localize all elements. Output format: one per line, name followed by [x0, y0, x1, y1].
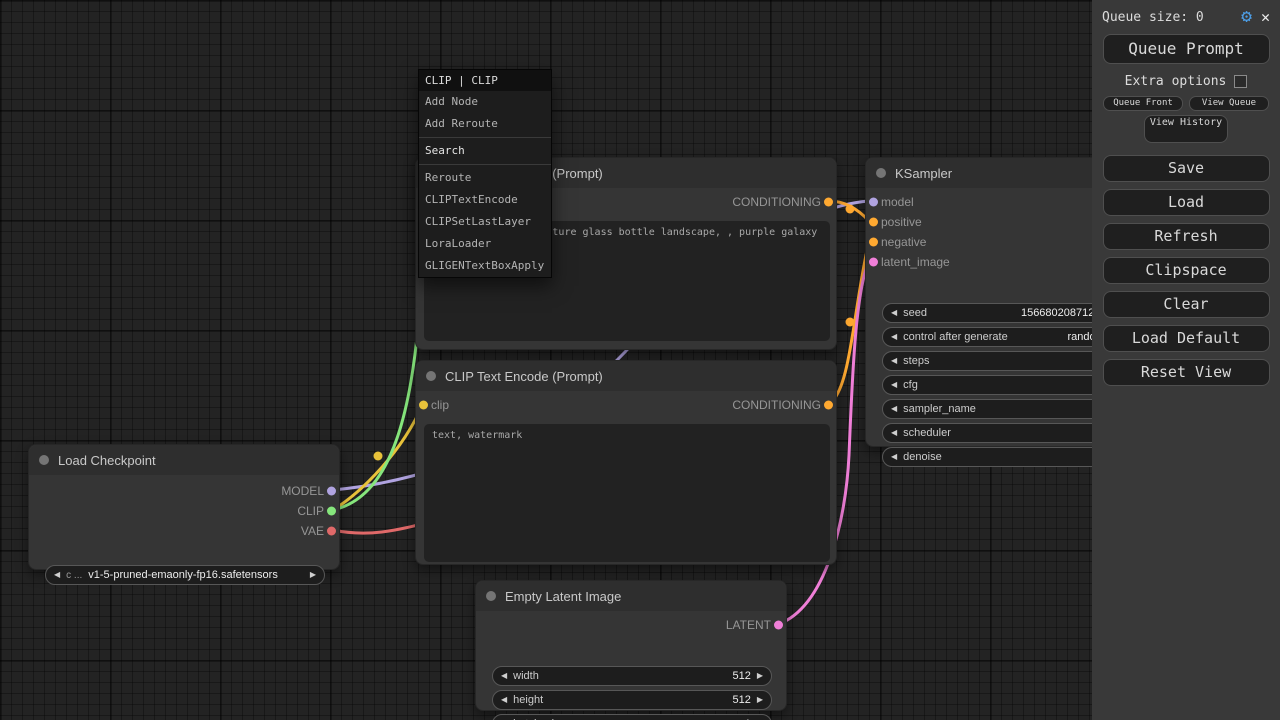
- collapse-dot-icon[interactable]: [426, 371, 436, 381]
- wire-midpoint-dot: [846, 318, 855, 327]
- queue-prompt-button[interactable]: Queue Prompt: [1103, 34, 1270, 64]
- node-title-bar[interactable]: Empty Latent Image: [476, 581, 786, 611]
- widget-value: 512: [732, 694, 750, 706]
- input-port-positive[interactable]: [869, 218, 878, 227]
- height-widget[interactable]: ◀ height 512 ▶: [492, 690, 772, 710]
- widget-label: c ...: [66, 570, 82, 581]
- decrement-arrow-icon[interactable]: ◀: [501, 672, 507, 680]
- menu-item-cliptextencode[interactable]: CLIPTextEncode: [419, 189, 551, 211]
- clipspace-button[interactable]: Clipspace: [1103, 257, 1270, 284]
- queue-size-label: Queue size: 0: [1102, 10, 1204, 25]
- node-title-bar[interactable]: Load Checkpoint: [29, 445, 339, 475]
- load-default-button[interactable]: Load Default: [1103, 325, 1270, 352]
- refresh-button[interactable]: Refresh: [1103, 223, 1270, 250]
- output-port-conditioning[interactable]: [824, 401, 833, 410]
- save-button[interactable]: Save: [1103, 155, 1270, 182]
- output-row-vae: VAE: [29, 521, 339, 541]
- reset-view-button[interactable]: Reset View: [1103, 359, 1270, 386]
- node-title: CLIP Text Encode (Prompt): [445, 369, 603, 384]
- output-label: CONDITIONING: [732, 195, 836, 209]
- widget-label: seed: [903, 307, 927, 319]
- sidebar-menu: Queue size: 0 ⚙ ✕ Queue Prompt Extra opt…: [1092, 0, 1280, 720]
- output-row-latent: LATENT: [476, 615, 786, 635]
- width-widget[interactable]: ◀ width 512 ▶: [492, 666, 772, 686]
- output-port-model[interactable]: [327, 487, 336, 496]
- context-menu: CLIP | CLIP Add Node Add Reroute Search …: [418, 69, 552, 278]
- widget-label: width: [513, 670, 539, 682]
- collapse-dot-icon[interactable]: [486, 591, 496, 601]
- input-port-model[interactable]: [869, 198, 878, 207]
- output-row-model: MODEL: [29, 481, 339, 501]
- slot-row: clip CONDITIONING: [416, 395, 836, 415]
- widget-label: sampler_name: [903, 403, 976, 415]
- decrement-arrow-icon[interactable]: ◀: [891, 429, 897, 437]
- decrement-arrow-icon[interactable]: ◀: [54, 571, 60, 579]
- node-empty-latent-image[interactable]: Empty Latent Image LATENT ◀ width 512 ▶ …: [475, 580, 787, 711]
- load-button[interactable]: Load: [1103, 189, 1270, 216]
- decrement-arrow-icon[interactable]: ◀: [501, 696, 507, 704]
- ckpt-name-widget[interactable]: ◀ c ... v1-5-pruned-emaonly-fp16.safeten…: [45, 565, 325, 585]
- input-port-latent-image[interactable]: [869, 258, 878, 267]
- increment-arrow-icon[interactable]: ▶: [757, 696, 763, 704]
- node-load-checkpoint[interactable]: Load Checkpoint MODEL CLIP VAE ◀ c ... v…: [28, 444, 340, 570]
- widget-value: 512: [732, 670, 750, 682]
- widget-label: steps: [903, 355, 929, 367]
- extra-options-checkbox[interactable]: [1234, 75, 1247, 88]
- context-menu-title: CLIP | CLIP: [419, 70, 551, 91]
- output-port-conditioning[interactable]: [824, 198, 833, 207]
- decrement-arrow-icon[interactable]: ◀: [891, 405, 897, 413]
- node-canvas[interactable]: Load Checkpoint MODEL CLIP VAE ◀ c ... v…: [0, 0, 1280, 720]
- decrement-arrow-icon[interactable]: ◀: [891, 333, 897, 341]
- input-port-negative[interactable]: [869, 238, 878, 247]
- batch-size-widget[interactable]: ◀ batch_size 1 ▶: [492, 714, 772, 720]
- menu-separator: [419, 164, 551, 165]
- widget-label: denoise: [903, 451, 942, 463]
- collapse-dot-icon[interactable]: [876, 168, 886, 178]
- menu-separator: [419, 137, 551, 138]
- decrement-arrow-icon[interactable]: ◀: [891, 453, 897, 461]
- wire-midpoint-dot: [374, 452, 383, 461]
- decrement-arrow-icon[interactable]: ◀: [891, 381, 897, 389]
- widget-value: v1-5-pruned-emaonly-fp16.safetensors: [88, 569, 278, 581]
- menu-item-add-reroute[interactable]: Add Reroute: [419, 113, 551, 135]
- wire-clip-to-negative-prompt: [333, 404, 423, 510]
- widget-label: height: [513, 694, 543, 706]
- output-port-clip[interactable]: [327, 507, 336, 516]
- input-port-clip[interactable]: [419, 401, 428, 410]
- input-label: latent_image: [866, 255, 950, 269]
- output-label: CONDITIONING: [732, 398, 836, 412]
- view-queue-button[interactable]: View Queue: [1189, 96, 1269, 111]
- menu-item-add-node[interactable]: Add Node: [419, 91, 551, 113]
- output-port-vae[interactable]: [327, 527, 336, 536]
- close-icon[interactable]: ✕: [1261, 10, 1270, 25]
- clear-button[interactable]: Clear: [1103, 291, 1270, 318]
- output-row-clip: CLIP: [29, 501, 339, 521]
- node-title: KSampler: [895, 166, 952, 181]
- extra-options-label: Extra options: [1125, 74, 1227, 89]
- widget-label: scheduler: [903, 427, 951, 439]
- view-history-button[interactable]: View History: [1144, 115, 1228, 143]
- menu-item-gligentextboxapply[interactable]: GLIGENTextBoxApply: [419, 255, 551, 277]
- prompt-textarea[interactable]: text, watermark: [424, 424, 830, 562]
- node-title: Load Checkpoint: [58, 453, 156, 468]
- wire-clip-to-positive-prompt: [333, 201, 423, 510]
- node-title: Empty Latent Image: [505, 589, 621, 604]
- collapse-dot-icon[interactable]: [39, 455, 49, 465]
- widget-label: cfg: [903, 379, 918, 391]
- node-clip-text-encode-negative[interactable]: CLIP Text Encode (Prompt) clip CONDITION…: [415, 360, 837, 565]
- wire-midpoint-dot: [846, 205, 855, 214]
- menu-item-search[interactable]: Search: [419, 140, 551, 162]
- menu-item-reroute[interactable]: Reroute: [419, 167, 551, 189]
- menu-item-clipsetlastlayer[interactable]: CLIPSetLastLayer: [419, 211, 551, 233]
- decrement-arrow-icon[interactable]: ◀: [891, 357, 897, 365]
- output-port-latent[interactable]: [774, 621, 783, 630]
- menu-item-loraloader[interactable]: LoraLoader: [419, 233, 551, 255]
- settings-gear-icon[interactable]: ⚙: [1241, 8, 1252, 26]
- node-title-bar[interactable]: CLIP Text Encode (Prompt): [416, 361, 836, 391]
- decrement-arrow-icon[interactable]: ◀: [891, 309, 897, 317]
- queue-front-button[interactable]: Queue Front: [1103, 96, 1183, 111]
- widget-label: control after generate: [903, 331, 1008, 343]
- increment-arrow-icon[interactable]: ▶: [310, 571, 316, 579]
- increment-arrow-icon[interactable]: ▶: [757, 672, 763, 680]
